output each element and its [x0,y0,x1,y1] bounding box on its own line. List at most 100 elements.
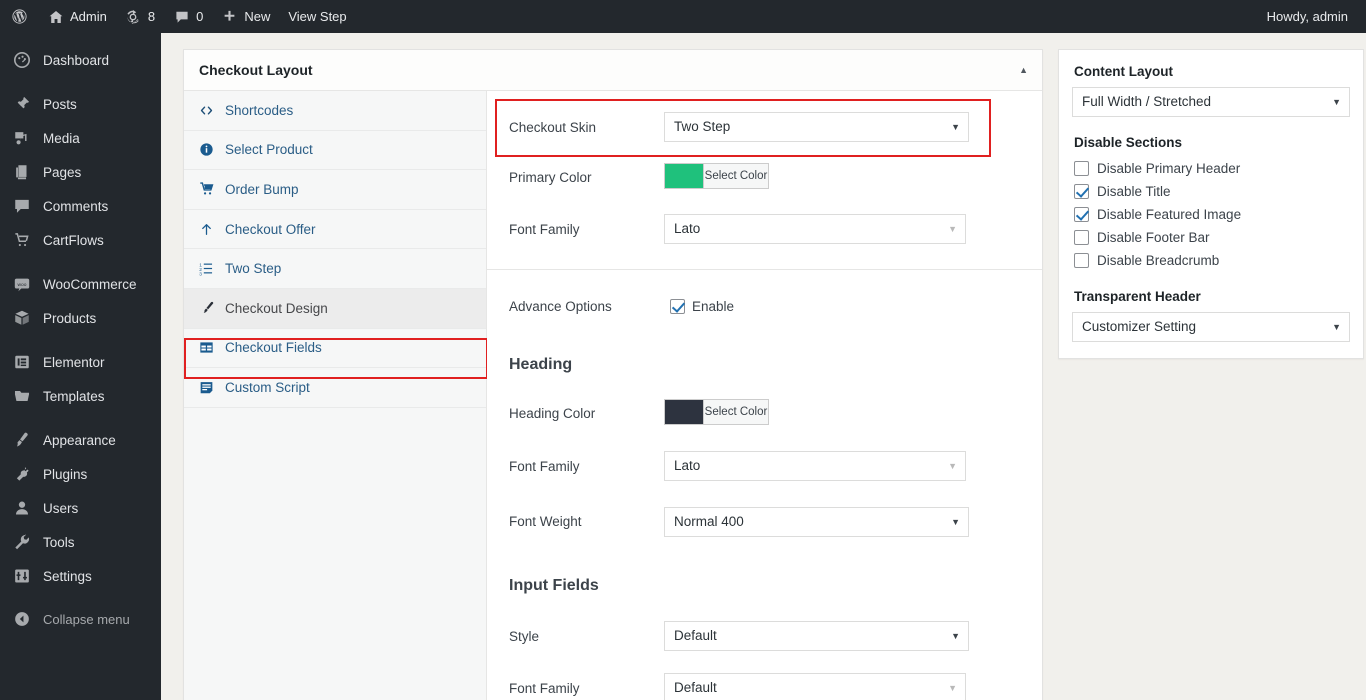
input-font-family-label: Font Family [509,680,580,696]
settings-tab-list: Shortcodes Select Product Order Bump Che… [184,91,488,700]
heading-font-family-row: Font Family Lato ▼ [487,438,1042,494]
checkout-skin-select[interactable]: Two Step [664,112,969,142]
sidebar-item-woocommerce[interactable]: woo WooCommerce [0,267,161,301]
admin-bar-site-name[interactable]: Admin [38,0,116,33]
sidebar-item-products[interactable]: Products [0,301,161,335]
admin-bar-view-step[interactable]: View Step [279,0,355,33]
folder-icon [12,386,32,406]
sidebar-item-label: WooCommerce [43,276,137,292]
disable-breadcrumb-checkbox[interactable] [1074,253,1089,268]
heading-font-family-select[interactable]: Lato [664,451,966,481]
disable-breadcrumb-row[interactable]: Disable Breadcrumb [1074,250,1350,271]
primary-font-family-select[interactable]: Lato [664,214,966,244]
transparent-header-select[interactable]: Customizer Setting [1072,312,1350,342]
arrow-left-circle-icon [12,609,32,629]
sidebar-item-pages[interactable]: Pages [0,155,161,189]
settings-sliders-icon [12,566,32,586]
advance-options-checkbox-row[interactable]: Enable [670,298,1020,314]
input-style-label: Style [509,628,540,644]
tab-checkout-offer[interactable]: Checkout Offer [184,209,486,250]
primary-font-family-label: Font Family [509,221,580,237]
sidebar-item-settings[interactable]: Settings [0,559,161,593]
sidebar-item-media[interactable]: Media [0,121,161,155]
sidebar-item-appearance[interactable]: Appearance [0,423,161,457]
sidebar-item-cartflows[interactable]: CartFlows [0,223,161,257]
tab-checkout-design[interactable]: Checkout Design [184,288,486,329]
heading-font-weight-row: Font Weight Normal 400 ▼ [487,494,1042,549]
sidebar-collapse-menu-button[interactable]: Collapse menu [0,602,161,636]
pin-icon [12,94,32,114]
sidebar-item-users[interactable]: Users [0,491,161,525]
admin-bar: Admin 8 0 New View Step Howdy, admin [0,0,1366,33]
sidebar-item-elementor[interactable]: Elementor [0,345,161,379]
updates-icon [125,8,142,25]
sidebar-item-templates[interactable]: Templates [0,379,161,413]
heading-color-picker-button[interactable]: Select Color [664,399,769,425]
admin-bar-comments[interactable]: 0 [164,0,212,33]
primary-color-select-label: Select Color [703,164,768,188]
content-layout-select-wrapper: Full Width / Stretched ▼ [1072,87,1350,117]
svg-text:3: 3 [199,271,202,276]
svg-text:woo: woo [18,283,27,288]
sidebar-item-label: Comments [43,198,109,214]
admin-sidebar-menu: Dashboard Posts Media Pages Comments Car… [0,33,161,700]
disable-title-checkbox[interactable] [1074,184,1089,199]
cart-icon [12,230,32,250]
sidebar-item-posts[interactable]: Posts [0,87,161,121]
admin-bar-new-content[interactable]: New [212,0,279,33]
sidebar-item-label: Users [43,500,79,516]
disable-footer-bar-checkbox[interactable] [1074,230,1089,245]
sidebar-item-comments[interactable]: Comments [0,189,161,223]
sidebar-item-label: Pages [43,164,82,180]
input-font-family-select[interactable]: Default [664,673,966,700]
input-font-family-row: Font Family Default ▼ [487,663,1042,700]
tab-shortcodes[interactable]: Shortcodes [184,91,486,131]
disable-featured-image-row[interactable]: Disable Featured Image [1074,204,1350,225]
heading-font-weight-select-wrapper: Normal 400 ▼ [664,506,969,537]
content-layout-select[interactable]: Full Width / Stretched [1072,87,1350,117]
tab-label: Select Product [225,142,313,158]
tab-label: Shortcodes [225,102,294,118]
input-style-select[interactable]: Default [664,621,969,651]
tab-custom-script[interactable]: Custom Script [184,368,486,408]
primary-color-row: Primary Color Select Color [487,153,1042,201]
checkout-skin-row: Checkout Skin Two Step ▼ [487,101,1042,153]
comment-bubble-icon [12,196,32,216]
admin-bar-new-label: New [244,9,271,24]
admin-bar-updates[interactable]: 8 [116,0,164,33]
disable-featured-image-checkbox[interactable] [1074,207,1089,222]
heading-font-family-label: Font Family [509,458,580,474]
script-document-icon [198,380,215,395]
tab-order-bump[interactable]: Order Bump [184,170,486,210]
chevron-up-icon[interactable]: ▲ [1019,65,1028,75]
disable-footer-bar-row[interactable]: Disable Footer Bar [1074,227,1350,248]
heading-color-select-label: Select Color [703,400,768,424]
page-title: Checkout Layout [199,62,313,78]
primary-color-picker-button[interactable]: Select Color [664,163,769,189]
wrench-icon [12,532,32,552]
dashboard-icon [12,50,32,70]
admin-bar-howdy-label: Howdy, admin [1266,9,1348,24]
advance-options-label: Advance Options [509,298,612,314]
disable-primary-header-row[interactable]: Disable Primary Header [1074,158,1350,179]
sidebar-item-plugins[interactable]: Plugins [0,457,161,491]
primary-color-label: Primary Color [509,169,592,185]
heading-font-weight-select[interactable]: Normal 400 [664,506,969,537]
input-font-family-select-wrapper: Default ▼ [664,673,966,700]
wordpress-logo-button[interactable] [0,0,38,33]
checkout-design-settings-panel: Checkout Skin Two Step ▼ Primary Color S… [487,91,1042,700]
checkout-skin-label: Checkout Skin [509,119,597,135]
tab-select-product[interactable]: Select Product [184,130,486,171]
input-style-select-wrapper: Default ▼ [664,621,969,651]
tab-two-step[interactable]: 123 Two Step [184,249,486,289]
primary-font-family-select-wrapper: Lato ▼ [664,214,966,244]
sidebar-item-dashboard[interactable]: Dashboard [0,43,161,77]
tab-checkout-fields[interactable]: Checkout Fields [184,328,486,369]
advance-options-checkbox[interactable] [670,298,685,314]
sidebar-item-tools[interactable]: Tools [0,525,161,559]
sidebar-item-label: Products [43,310,97,326]
disable-title-row[interactable]: Disable Title [1074,181,1350,202]
disable-primary-header-checkbox[interactable] [1074,161,1089,176]
admin-bar-my-account[interactable]: Howdy, admin [1258,0,1366,33]
elementor-icon [12,352,32,372]
